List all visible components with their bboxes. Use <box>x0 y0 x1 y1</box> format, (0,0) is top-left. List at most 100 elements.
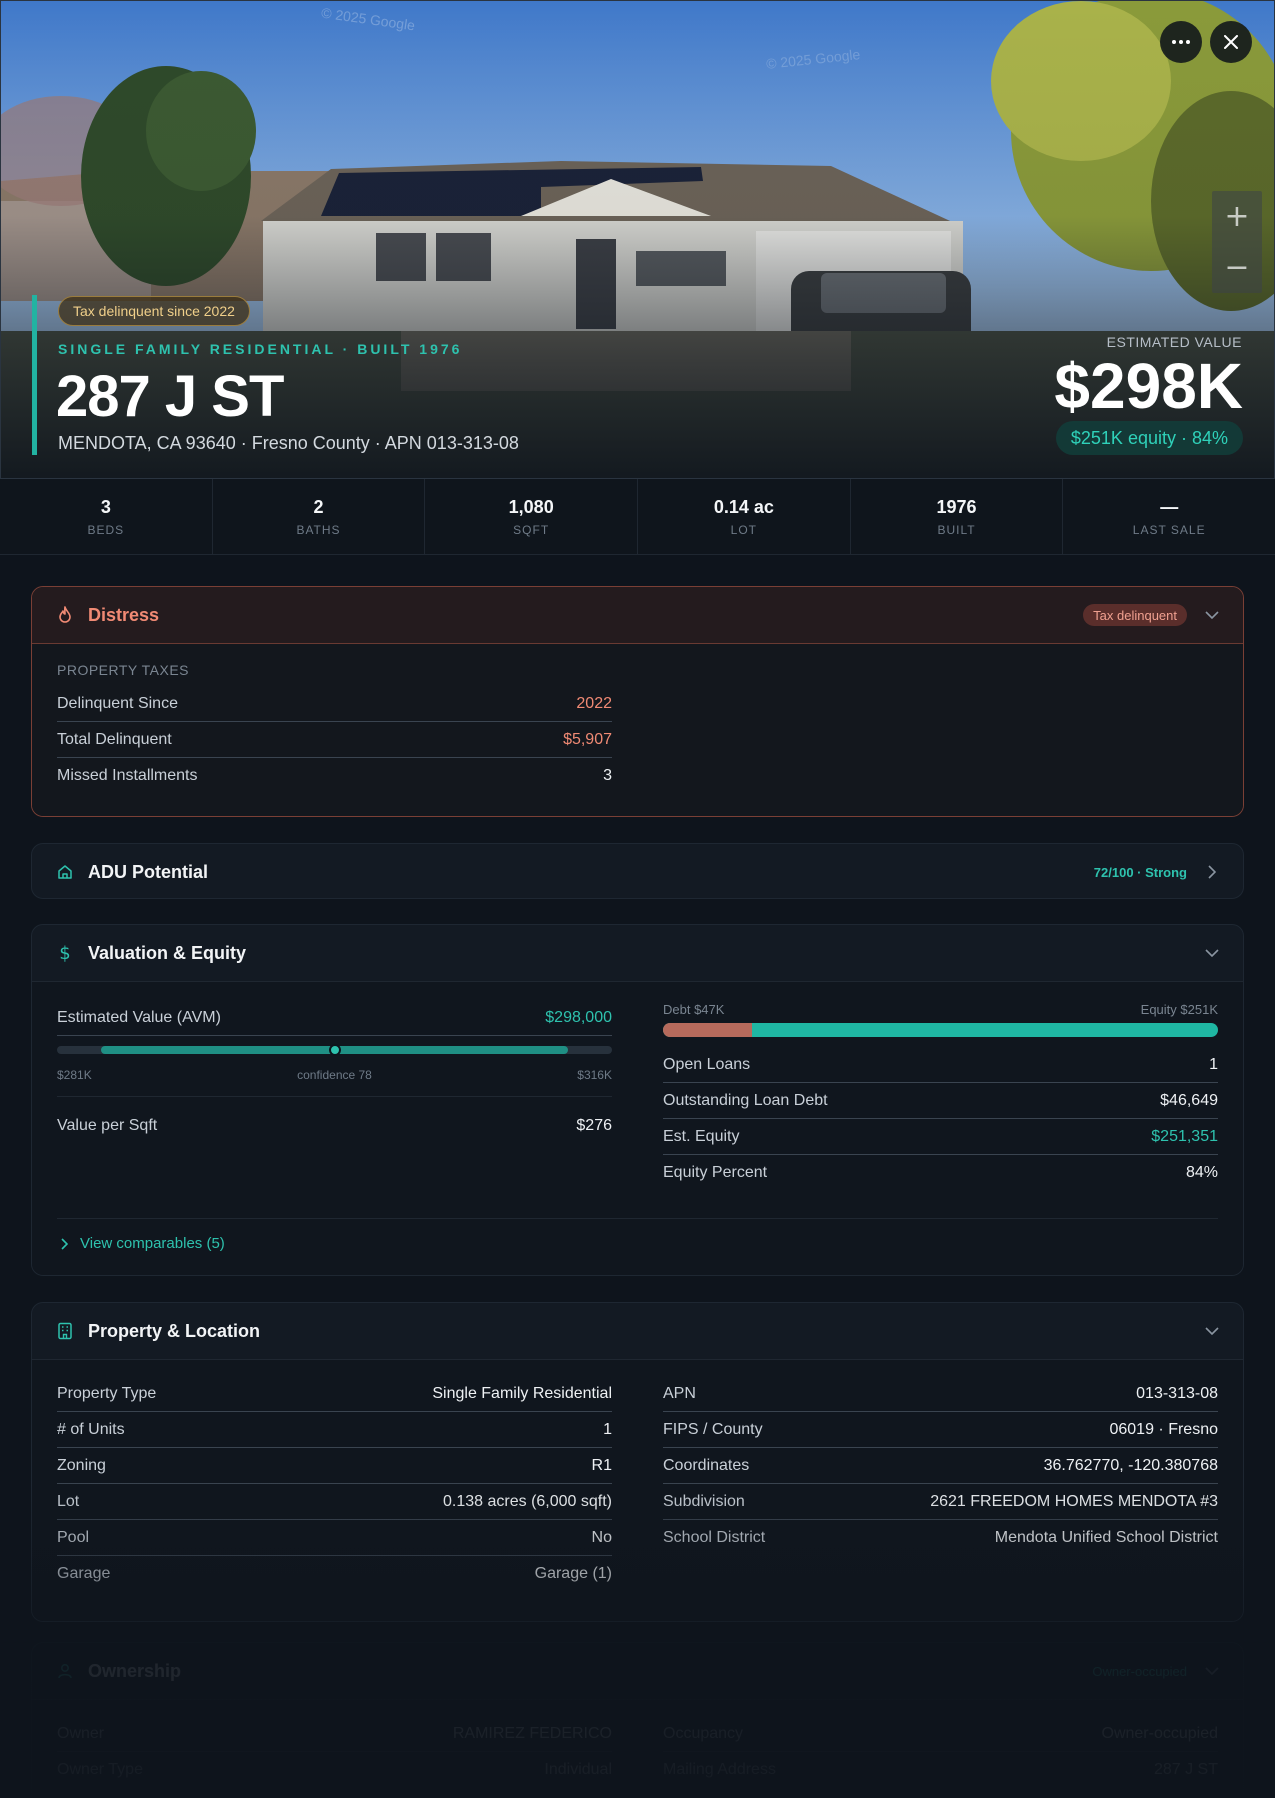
kv-key: Garage <box>57 1565 111 1582</box>
ownership-title: Ownership <box>88 1660 182 1681</box>
tax-delinquent-pill: Tax delinquent since 2022 <box>58 296 250 326</box>
hero-accent-bar <box>32 295 37 455</box>
stat-beds: 3 BEDS <box>0 479 213 554</box>
range-confidence: confidence 78 <box>297 1068 372 1082</box>
debt-equity-labels: Debt $47K Equity $251K <box>663 1002 1218 1017</box>
kv-key: Lot <box>57 1492 80 1510</box>
owner-occupied-badge: Owner-occupied <box>1092 1663 1187 1679</box>
more-options-button[interactable] <box>1160 21 1202 63</box>
close-icon <box>1224 35 1238 49</box>
zoom-in-button[interactable]: + <box>1212 191 1262 242</box>
kv-key: Total Delinquent <box>57 730 172 748</box>
chevron-down-icon[interactable] <box>1205 608 1219 622</box>
adu-potential-card[interactable]: ADU Potential 72/100 · Strong <box>31 843 1244 899</box>
range-low: $281K <box>57 1068 92 1082</box>
kv-key: Estimated Value (AVM) <box>57 1008 221 1026</box>
property-right-list: APN 013-313-08 FIPS / County 06019 · Fresn… <box>663 1376 1218 1592</box>
property-address: 287 J ST <box>56 364 284 429</box>
kv-value: 1 <box>1209 1055 1218 1073</box>
debt-equity-bar <box>663 1023 1218 1037</box>
tax-delinquent-badge: Tax delinquent <box>1083 604 1187 626</box>
property-columns: Property Type Single Family Residential #… <box>57 1376 1218 1592</box>
kv-row: School District Mendota Unified School Di… <box>663 1520 1218 1556</box>
valuation-body: Estimated Value (AVM) $298,000 $281K conf… <box>32 981 1243 1275</box>
kv-row: Delinquent Since 2022 <box>57 686 612 722</box>
estimated-value: $298K <box>1054 350 1243 422</box>
chevron-down-icon[interactable] <box>1205 946 1219 960</box>
close-button[interactable] <box>1210 21 1252 63</box>
chevron-down-icon[interactable] <box>1205 1324 1219 1338</box>
kv-value: $298,000 <box>545 1008 612 1026</box>
valuation-columns: Estimated Value (AVM) $298,000 $281K conf… <box>57 982 1218 1191</box>
ownership-card: Ownership Owner-occupied Owner RAMIREZ FE… <box>31 1642 1244 1798</box>
kv-key: Pool <box>57 1528 90 1546</box>
stat-lot: 0.14 ac LOT <box>638 479 851 554</box>
map-zoom-control: + − <box>1212 191 1262 293</box>
kv-value: 3 <box>603 767 612 784</box>
minus-icon: − <box>1224 250 1250 285</box>
stat-last-sale: — LAST SALE <box>1063 479 1275 554</box>
ownership-left-list: Owner RAMIREZ FEDERICO Owner Type Individu… <box>57 1716 612 1788</box>
property-taxes-heading: PROPERTY TAXES <box>57 662 190 678</box>
dollar-icon: $ <box>59 942 71 964</box>
view-comparables-label: View comparables (5) <box>80 1235 225 1252</box>
more-icon <box>1172 40 1190 44</box>
stat-label: BATHS <box>296 522 341 537</box>
chevron-down-icon[interactable] <box>1205 1664 1219 1678</box>
chevron-right-icon <box>61 1237 68 1250</box>
kv-row: Missed Installments 3 <box>57 758 612 794</box>
kv-key: APN <box>663 1384 696 1402</box>
property-title: Property & Location <box>88 1320 261 1341</box>
kv-row: Total Delinquent $5,907 <box>57 722 612 758</box>
kv-value: Single Family Residential <box>432 1384 612 1402</box>
zoom-out-button[interactable]: − <box>1212 242 1262 293</box>
adu-score: 72/100 · Strong <box>1093 864 1187 880</box>
kv-key: Zoning <box>57 1456 106 1474</box>
debt-label: Debt $47K <box>663 1002 725 1017</box>
kv-row: APN 013-313-08 <box>663 1376 1218 1412</box>
property-location-line: MENDOTA, CA 93640 · Fresno County · APN … <box>58 433 519 453</box>
stat-label: LOT <box>730 522 758 537</box>
range-high: $316K <box>577 1068 612 1082</box>
kv-value: 287 J ST <box>1153 1761 1218 1778</box>
kv-key: Owner <box>57 1724 105 1742</box>
adu-header[interactable]: ADU Potential 72/100 · Strong <box>32 844 1243 898</box>
chevron-right-icon[interactable] <box>1205 865 1219 879</box>
kv-row: Property Type Single Family Residential <box>57 1376 612 1412</box>
property-header[interactable]: Property & Location <box>32 1303 1243 1359</box>
equity-column: Debt $47K Equity $251K Open Loans 1 Outst… <box>663 982 1218 1191</box>
view-comparables-link[interactable]: View comparables (5) <box>57 1218 1218 1268</box>
kv-key: Delinquent Since <box>57 694 178 712</box>
stat-value: 1,080 <box>508 496 554 517</box>
valuation-header[interactable]: $ Valuation & Equity <box>32 925 1243 981</box>
distress-header[interactable]: Distress Tax delinquent <box>32 587 1243 643</box>
stat-value: 3 <box>100 496 111 517</box>
ownership-header[interactable]: Ownership Owner-occupied <box>32 1643 1243 1699</box>
kv-value: 0.138 acres (6,000 sqft) <box>443 1492 612 1510</box>
kv-value: $5,907 <box>563 730 612 748</box>
property-type-eyebrow: SINGLE FAMILY RESIDENTIAL · BUILT 1976 <box>58 341 463 357</box>
building-icon <box>56 1322 74 1340</box>
property-stats-bar: 3 BEDS 2 BATHS 1,080 SQFT 0.14 ac LOT 1976 BU… <box>0 479 1275 555</box>
kv-value: 2621 FREEDOM HOMES MENDOTA #3 <box>930 1492 1218 1510</box>
kv-value: R1 <box>591 1456 612 1474</box>
kv-key: Open Loans <box>663 1055 751 1073</box>
kv-row: Garage Garage (1) <box>57 1556 612 1592</box>
kv-value: Mendota Unified School District <box>994 1529 1218 1546</box>
kv-key: Value per Sqft <box>57 1116 158 1134</box>
kv-key: FIPS / County <box>663 1420 763 1438</box>
kv-value: $276 <box>576 1116 612 1134</box>
equity-list: Open Loans 1 Outstanding Loan Debt $46,649… <box>663 1047 1218 1191</box>
kv-row: Coordinates 36.762770, -120.380768 <box>663 1448 1218 1484</box>
kv-key: Subdivision <box>663 1492 745 1510</box>
kv-key: School District <box>663 1529 766 1546</box>
kv-row: Value per Sqft $276 <box>57 1096 612 1154</box>
kv-row: Outstanding Loan Debt $46,649 <box>663 1083 1218 1119</box>
range-marker <box>328 1044 341 1056</box>
stat-label: BEDS <box>87 522 125 537</box>
valuation-title: Valuation & Equity <box>88 942 247 963</box>
kv-key: Owner Type <box>57 1761 143 1778</box>
hero-street-view: © 2025 Google © 2025 Google + − Tax deli… <box>0 0 1275 479</box>
kv-key: Missed Installments <box>57 767 198 784</box>
ownership-columns: Owner RAMIREZ FEDERICO Owner Type Individu… <box>57 1716 1218 1788</box>
